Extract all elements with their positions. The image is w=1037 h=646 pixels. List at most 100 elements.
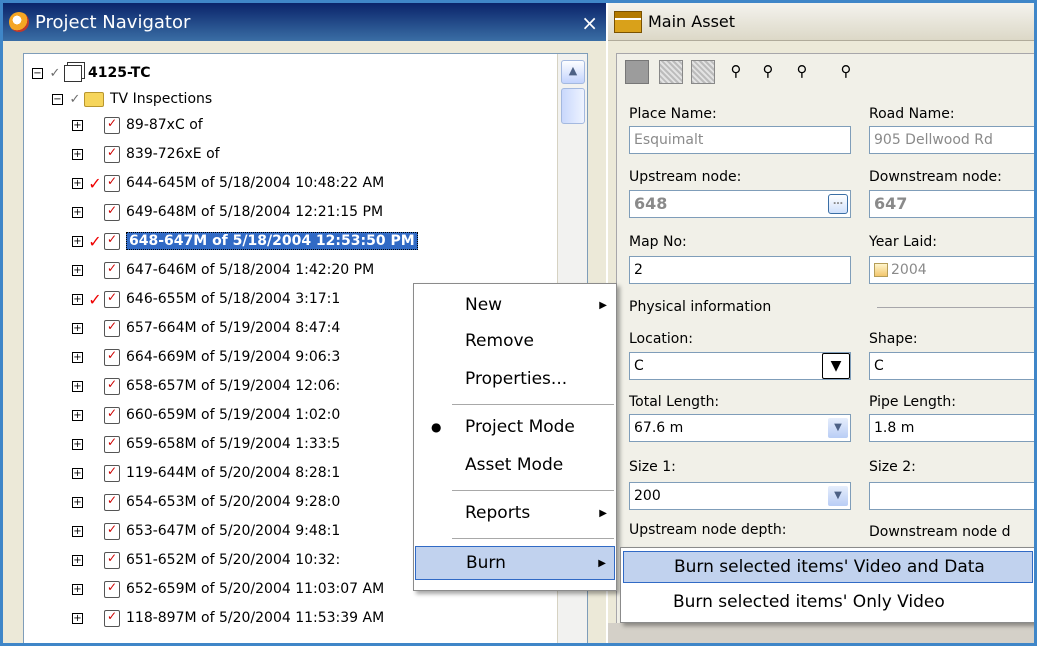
scroll-up-icon[interactable]: ▲	[561, 60, 585, 84]
tree-item[interactable]: +839-726xE of	[72, 141, 220, 167]
tree-item[interactable]: +654-653M of 5/20/2004 9:28:0	[72, 489, 340, 515]
tree-item[interactable]: +118-897M of 5/20/2004 11:53:39 AM	[72, 605, 384, 631]
inspection-icon	[104, 145, 120, 163]
year-laid-value: 2004	[891, 262, 927, 278]
collapse-icon[interactable]: −	[32, 67, 43, 79]
expand-icon[interactable]: +	[72, 467, 83, 479]
menu-item-burn[interactable]: Burn ▶	[415, 546, 615, 580]
expand-icon[interactable]: +	[72, 293, 83, 305]
menu-item-remove[interactable]: Remove	[415, 324, 615, 358]
tree-item[interactable]: +659-658M of 5/19/2004 1:33:5	[72, 431, 340, 457]
inspection-icon	[104, 580, 120, 598]
tree-item[interactable]: +664-669M of 5/19/2004 9:06:3	[72, 344, 340, 370]
menu-item-project-mode[interactable]: ● Project Mode	[415, 410, 615, 444]
tree-item[interactable]: + ✓ 648-647M of 5/18/2004 12:53:50 PM	[72, 228, 418, 254]
year-laid-checkbox[interactable]	[874, 263, 888, 277]
downstream-node-field[interactable]: 647	[869, 190, 1034, 218]
shape-select[interactable]: C	[869, 352, 1034, 380]
tree-item[interactable]: +653-647M of 5/20/2004 9:48:1	[72, 518, 340, 544]
edit-icon[interactable]	[691, 60, 715, 84]
browse-icon[interactable]: …	[828, 194, 848, 214]
total-length-select[interactable]: 67.6 m ▼	[629, 414, 851, 442]
tree-folder[interactable]: − ✓ TV Inspections	[52, 86, 212, 112]
tree-item[interactable]: +651-652M of 5/20/2004 10:32:	[72, 547, 340, 573]
year-laid-label: Year Laid:	[869, 234, 937, 250]
radio-bullet-icon: ●	[431, 420, 442, 434]
expand-icon[interactable]: +	[72, 525, 83, 537]
collapse-icon[interactable]: −	[52, 93, 63, 105]
location-select[interactable]: C ▼	[629, 352, 851, 380]
upstream-node-field[interactable]: 648 …	[629, 190, 851, 218]
shape-label: Shape:	[869, 331, 918, 347]
upstream-node-label: Upstream node:	[629, 169, 742, 185]
inspection-icon	[104, 522, 120, 540]
upstream-depth-label: Upstream node depth:	[629, 522, 787, 538]
binoculars-icon[interactable]: ⚲	[725, 60, 747, 82]
pipe-length-field[interactable]: 1.8 m	[869, 414, 1034, 442]
expand-icon[interactable]: +	[72, 612, 83, 624]
stop-icon[interactable]	[625, 60, 649, 84]
menu-reports-label: Reports	[465, 503, 531, 523]
menu-item-burn-video-and-data[interactable]: Burn selected items' Video and Data	[623, 551, 1033, 583]
tree-item[interactable]: +660-659M of 5/19/2004 1:02:0	[72, 402, 340, 428]
chevron-down-icon[interactable]: ▼	[822, 353, 850, 379]
close-icon[interactable]: ×	[581, 11, 598, 35]
menu-item-burn-only-video[interactable]: Burn selected items' Only Video	[623, 586, 1033, 618]
tree-item[interactable]: +657-664M of 5/19/2004 8:47:4	[72, 315, 340, 341]
expand-icon[interactable]: +	[72, 206, 83, 218]
tree-item[interactable]: +89-87xC of	[72, 112, 203, 138]
tree-item-label: 660-659M of 5/19/2004 1:02:0	[126, 407, 341, 423]
find-all-icon[interactable]: ⚲	[835, 60, 857, 82]
find-next-icon[interactable]: ⚲	[791, 60, 813, 82]
inspection-icon	[104, 319, 120, 337]
tree-item[interactable]: + ✓ 644-645M of 5/18/2004 10:48:22 AM	[72, 170, 384, 196]
expand-icon[interactable]: +	[72, 409, 83, 421]
expand-icon[interactable]: +	[72, 235, 83, 247]
expand-icon[interactable]: +	[72, 496, 83, 508]
menu-item-new[interactable]: New ▶	[415, 288, 615, 322]
place-name-field[interactable]: Esquimalt	[629, 126, 851, 154]
menu-item-reports[interactable]: Reports ▶	[415, 496, 615, 530]
chevron-down-icon[interactable]: ▼	[828, 418, 848, 438]
location-value: C	[634, 358, 644, 374]
tree-item[interactable]: +119-644M of 5/20/2004 8:28:1	[72, 460, 340, 486]
tree-item-label: 646-655M of 5/18/2004 3:17:1	[126, 291, 341, 307]
menu-item-asset-mode[interactable]: Asset Mode	[415, 448, 615, 482]
grid-icon[interactable]	[659, 60, 683, 84]
year-laid-field[interactable]: 2004	[869, 256, 1034, 284]
inspection-icon	[104, 551, 120, 569]
tree-item[interactable]: +658-657M of 5/19/2004 12:06:	[72, 373, 340, 399]
inspection-icon	[104, 609, 120, 627]
find-icon[interactable]: ⚲	[757, 60, 779, 82]
expand-icon[interactable]: +	[72, 322, 83, 334]
tree-item[interactable]: +647-646M of 5/18/2004 1:42:20 PM	[72, 257, 374, 283]
expand-icon[interactable]: +	[72, 264, 83, 276]
menu-burn-label: Burn	[466, 553, 506, 573]
expand-icon[interactable]: +	[72, 148, 83, 160]
context-menu: New ▶ Remove Properties... ● Project Mod…	[413, 283, 617, 591]
size1-select[interactable]: 200 ▼	[629, 482, 851, 510]
tree-root[interactable]: − ✓ 4125-TC	[32, 60, 151, 86]
expand-icon[interactable]: +	[72, 177, 83, 189]
road-name-field[interactable]: 905 Dellwood Rd	[869, 126, 1034, 154]
size2-field[interactable]	[869, 482, 1034, 510]
expand-icon[interactable]: +	[72, 438, 83, 450]
tree-item-label: 654-653M of 5/20/2004 9:28:0	[126, 494, 341, 510]
expand-icon[interactable]: +	[72, 583, 83, 595]
expand-icon[interactable]: +	[72, 351, 83, 363]
tree-item[interactable]: +652-659M of 5/20/2004 11:03:07 AM	[72, 576, 384, 602]
tree-item-label: 664-669M of 5/19/2004 9:06:3	[126, 349, 341, 365]
menu-item-properties[interactable]: Properties...	[415, 362, 615, 396]
tree-item[interactable]: +649-648M of 5/18/2004 12:21:15 PM	[72, 199, 383, 225]
expand-icon[interactable]: +	[72, 119, 83, 131]
tree-item[interactable]: + ✓ 646-655M of 5/18/2004 3:17:1	[72, 286, 340, 312]
selected-check-icon: ✓	[88, 231, 102, 251]
inspection-icon	[104, 174, 120, 192]
chevron-down-icon[interactable]: ▼	[828, 486, 848, 506]
scroll-thumb[interactable]	[561, 88, 585, 124]
map-no-field[interactable]: 2	[629, 256, 851, 284]
expand-icon[interactable]: +	[72, 554, 83, 566]
bottom-strip	[608, 623, 1034, 643]
expand-icon[interactable]: +	[72, 380, 83, 392]
menu-separator	[452, 538, 614, 539]
